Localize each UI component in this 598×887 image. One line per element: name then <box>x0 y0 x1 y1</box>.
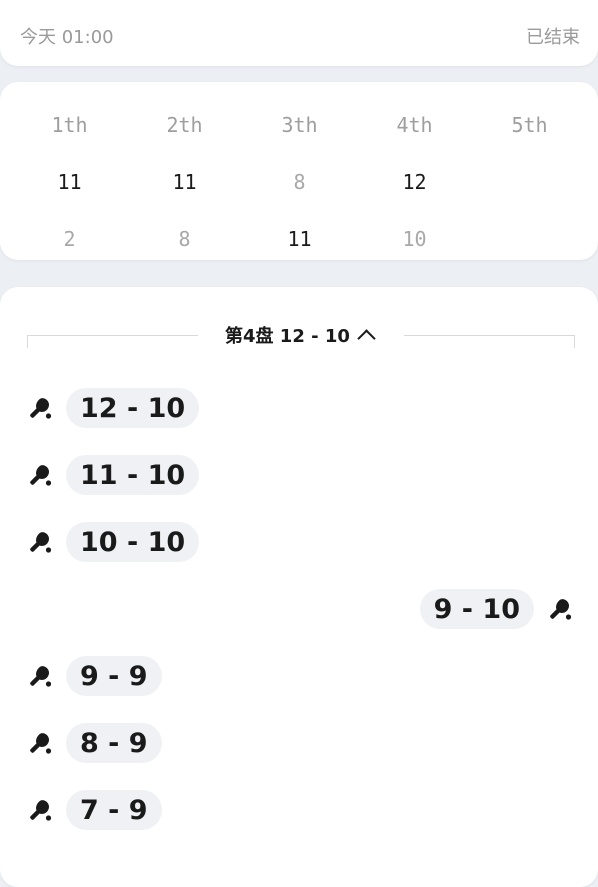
point-score: 7 - 9 <box>66 790 162 830</box>
point-row: 11 - 10 <box>28 455 200 495</box>
p1-set-2: 11 <box>172 169 197 194</box>
point-row: 9 - 9 <box>28 656 162 696</box>
scoreboard-grid: 1th 2th 3th 4th 5th 11 11 8 12 2 8 11 10 <box>12 96 588 267</box>
point-row: 8 - 9 <box>28 723 162 763</box>
set-toggle[interactable]: 第4盘 12 - 10 <box>225 322 376 348</box>
point-score: 8 - 9 <box>66 723 162 763</box>
p2-set-2: 8 <box>178 226 191 251</box>
paddle-icon <box>28 731 52 755</box>
point-score: 10 - 10 <box>66 522 200 562</box>
match-status: 已结束 <box>526 27 580 48</box>
divider-right <box>404 335 575 348</box>
paddle-icon <box>28 664 52 688</box>
set-3-header: 3th <box>281 112 318 137</box>
paddle-icon <box>28 463 52 487</box>
paddle-icon <box>28 396 52 420</box>
point-detail-card: 第4盘 12 - 10 12 - 10 11 - 10 10 - 10 9 - 10 9… <box>0 287 598 887</box>
paddle-icon <box>28 530 52 554</box>
player-2-score-row: 2 8 11 10 <box>12 210 588 267</box>
set-4-header: 4th <box>396 112 433 137</box>
p2-set-4: 10 <box>402 226 427 251</box>
scoreboard-header-row: 1th 2th 3th 4th 5th <box>12 96 588 153</box>
point-row: 12 - 10 <box>28 388 200 428</box>
point-score: 12 - 10 <box>66 388 200 428</box>
set-2-header: 2th <box>166 112 203 137</box>
p2-set-1: 2 <box>63 226 76 251</box>
set-5-header: 5th <box>511 112 548 137</box>
p2-set-3: 11 <box>287 226 312 251</box>
player-1-score-row: 11 11 8 12 <box>12 153 588 210</box>
point-row: 7 - 9 <box>28 790 162 830</box>
set-1-header: 1th <box>51 112 88 137</box>
chevron-up-icon <box>357 328 376 348</box>
point-score: 11 - 10 <box>66 455 200 495</box>
match-time: 今天 01:00 <box>20 27 114 48</box>
p1-set-1: 11 <box>57 169 82 194</box>
match-info-card: 今天 01:00 已结束 <box>0 0 598 66</box>
paddle-icon <box>28 798 52 822</box>
p1-set-4: 12 <box>402 169 427 194</box>
p1-set-3: 8 <box>293 169 306 194</box>
scoreboard-card: 1th 2th 3th 4th 5th 11 11 8 12 2 8 11 10 <box>0 82 598 260</box>
point-row: 9 - 10 <box>419 589 572 629</box>
point-score: 9 - 10 <box>419 589 534 629</box>
point-row: 10 - 10 <box>28 522 200 562</box>
point-score: 9 - 9 <box>66 656 162 696</box>
divider-left <box>27 335 198 348</box>
paddle-icon <box>548 597 572 621</box>
set-title: 第4盘 12 - 10 <box>225 326 350 347</box>
